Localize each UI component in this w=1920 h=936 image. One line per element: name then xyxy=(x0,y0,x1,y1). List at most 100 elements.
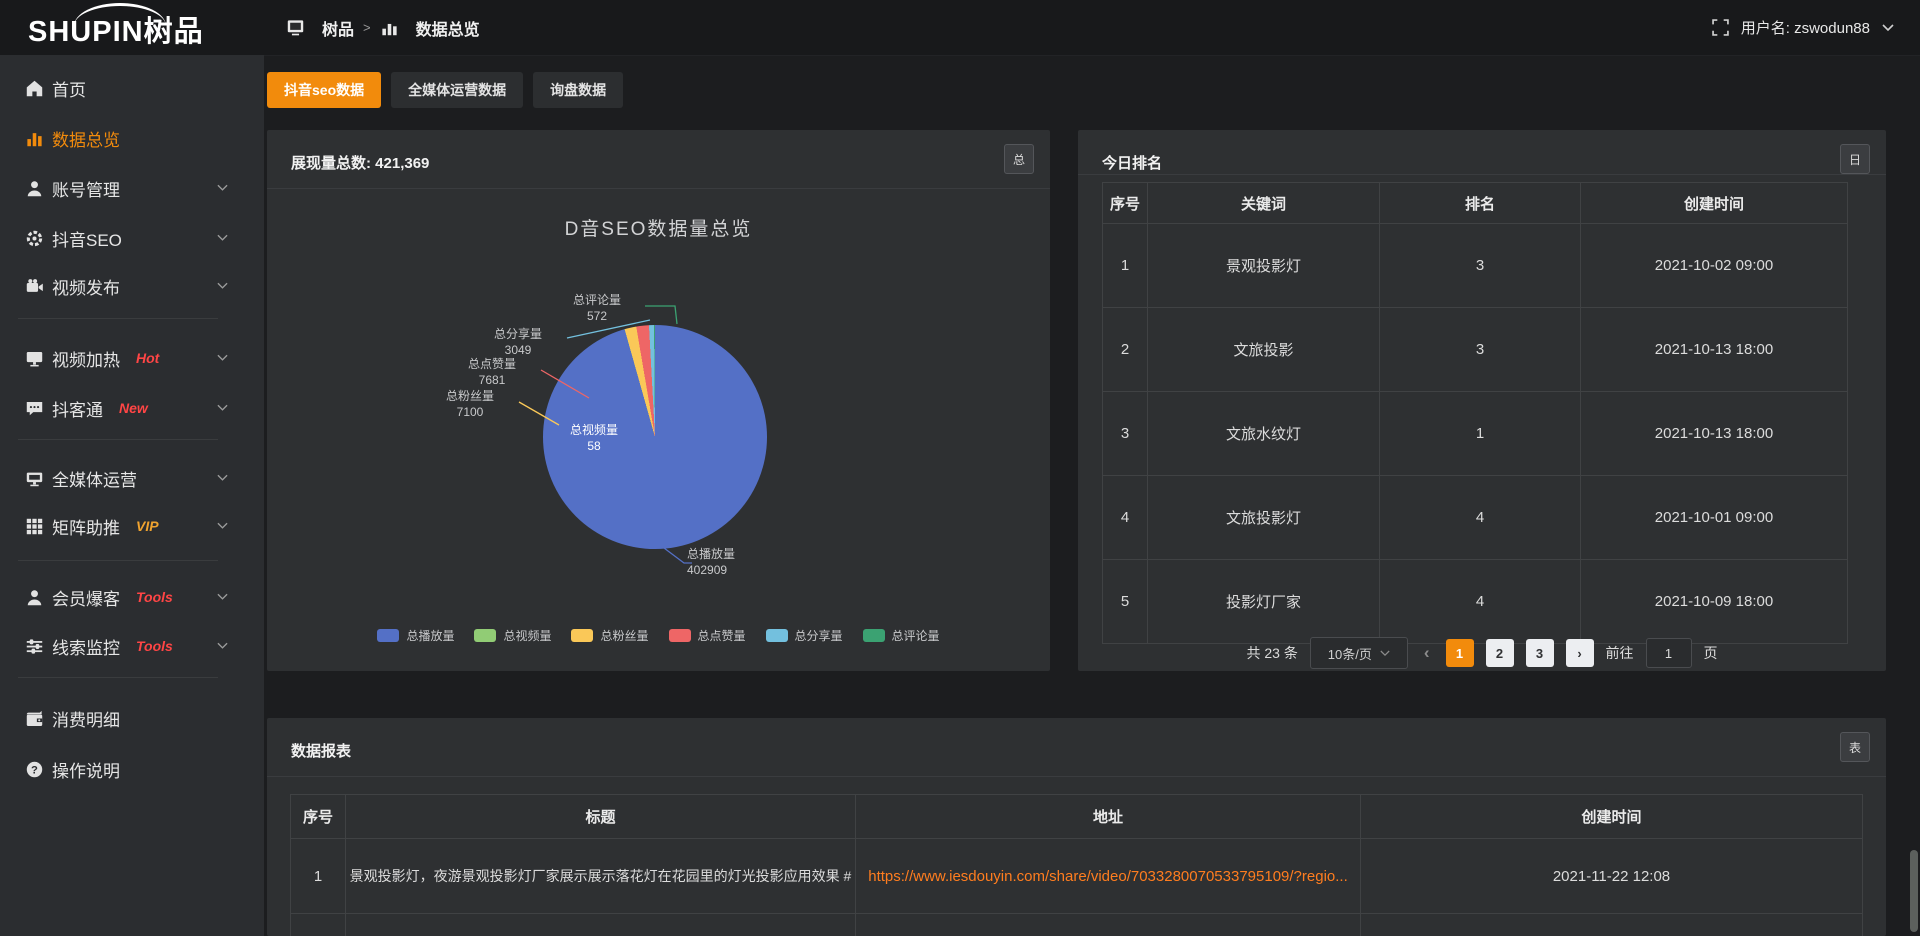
page-button-1[interactable]: 1 xyxy=(1446,639,1474,667)
sidebar-divider xyxy=(18,318,218,319)
video-camera-icon xyxy=(25,277,44,296)
sidebar-item-label: 线索监控 xyxy=(52,634,120,659)
legend-item[interactable]: 总点赞量 xyxy=(669,627,746,644)
total-count: 共 23 条 xyxy=(1246,643,1297,663)
sidebar-item-help[interactable]: ? 操作说明 xyxy=(0,756,264,782)
sidebar-item-label: 操作说明 xyxy=(52,757,120,782)
wallet-icon xyxy=(25,709,44,728)
grid-icon xyxy=(25,517,44,536)
pie-label-shares: 总分享量3049 xyxy=(473,326,563,358)
sidebar-item-label: 会员爆客 xyxy=(52,585,120,610)
tab-media-ops[interactable]: 全媒体运营数据 xyxy=(391,72,523,108)
logo: SHUPIN树品 xyxy=(28,8,204,50)
tab-inquiry[interactable]: 询盘数据 xyxy=(533,72,623,108)
sidebar-item-matrix-boost[interactable]: 矩阵助推 VIP xyxy=(0,513,264,539)
sidebar-item-consumption[interactable]: 消费明细 xyxy=(0,705,264,731)
sidebar-item-data-overview[interactable]: 数据总览 xyxy=(0,125,264,151)
table-row: 2文旅投影32021-10-13 18:00 xyxy=(1103,308,1848,392)
header-right: 用户名: zswodun88 xyxy=(1712,0,1894,55)
col-title: 标题 xyxy=(346,795,856,839)
fullscreen-icon[interactable] xyxy=(1712,19,1729,36)
pagination: 共 23 条 10条/页 ‹ 1 2 3 › 前往 页 xyxy=(1078,637,1886,669)
prev-page-button[interactable]: ‹ xyxy=(1420,643,1434,663)
col-keyword: 关键词 xyxy=(1148,183,1380,224)
app-window-icon xyxy=(286,18,305,37)
legend-swatch xyxy=(474,629,496,642)
new-badge: New xyxy=(119,400,148,416)
legend-swatch xyxy=(863,629,885,642)
sidebar-item-label: 视频发布 xyxy=(52,274,120,299)
svg-text:?: ? xyxy=(31,764,38,776)
sidebar-item-doketong[interactable]: 抖客通 New xyxy=(0,395,264,421)
seo-chart-card: 展现量总数: 421,369 总 D音SEO数据量总览 总评论量572 总分享量… xyxy=(267,130,1050,671)
col-index: 序号 xyxy=(1103,183,1148,224)
pie-label-videos: 总视频量58 xyxy=(549,422,639,454)
chevron-down-icon xyxy=(217,354,228,362)
sidebar-divider xyxy=(18,677,218,678)
chevron-down-icon xyxy=(217,642,228,650)
table-header-row: 序号 标题 地址 创建时间 xyxy=(291,795,1863,839)
col-created: 创建时间 xyxy=(1361,795,1863,839)
legend-swatch xyxy=(571,629,593,642)
chevron-down-icon[interactable] xyxy=(1882,24,1894,32)
pie-label-plays: 总播放量402909 xyxy=(687,546,797,578)
breadcrumb: 树品 > 数据总览 xyxy=(286,0,480,55)
page-button-3[interactable]: 3 xyxy=(1526,639,1554,667)
table-view-button[interactable]: 表 xyxy=(1840,732,1870,762)
sidebar-item-label: 消费明细 xyxy=(52,706,120,731)
legend-item[interactable]: 总播放量 xyxy=(377,627,454,644)
sidebar-item-video-publish[interactable]: 视频发布 xyxy=(0,273,264,299)
sidebar-item-lead-monitor[interactable]: 线索监控 Tools xyxy=(0,633,264,659)
chevron-down-icon xyxy=(217,404,228,412)
breadcrumb-root[interactable]: 树品 xyxy=(322,16,354,40)
daily-view-button[interactable]: 日 xyxy=(1840,144,1870,174)
pie-label-likes: 总点赞量7681 xyxy=(447,356,537,388)
data-report-card: 数据报表 表 序号 标题 地址 创建时间 1 景观投影灯，夜游景观投影灯厂家展示… xyxy=(267,718,1886,936)
ranking-table: 序号 关键词 排名 创建时间 1景观投影灯32021-10-02 09:00 2… xyxy=(1102,182,1848,644)
next-page-button[interactable]: › xyxy=(1566,639,1594,667)
sidebar-item-label: 抖音SEO xyxy=(52,226,122,251)
report-table: 序号 标题 地址 创建时间 1 景观投影灯，夜游景观投影灯厂家展示展示落花灯在花… xyxy=(290,794,1863,936)
goto-label: 前往 xyxy=(1606,643,1634,663)
table-row: 1景观投影灯32021-10-02 09:00 xyxy=(1103,224,1848,308)
chevron-down-icon xyxy=(1380,650,1390,657)
sidebar-item-member-burst[interactable]: 会员爆客 Tools xyxy=(0,584,264,610)
video-title: 景观投影灯，夜游景观投影灯厂家展示展示落花灯在花园里的灯光投影应用效果 # xyxy=(346,839,856,914)
goto-page-input[interactable] xyxy=(1646,638,1692,668)
chevron-down-icon xyxy=(217,184,228,192)
user-icon xyxy=(25,179,44,198)
tab-douyin-seo[interactable]: 抖音seo数据 xyxy=(267,72,381,108)
chevron-down-icon xyxy=(217,593,228,601)
col-rank: 排名 xyxy=(1380,183,1581,224)
sidebar-item-account[interactable]: 账号管理 xyxy=(0,175,264,201)
bar-chart-icon xyxy=(380,18,399,37)
tools-badge: Tools xyxy=(136,638,173,654)
total-view-button[interactable]: 总 xyxy=(1004,144,1034,174)
legend-item[interactable]: 总评论量 xyxy=(863,627,940,644)
vertical-scrollbar[interactable] xyxy=(1910,850,1918,932)
sidebar-item-label: 首页 xyxy=(52,76,86,101)
legend-item[interactable]: 总分享量 xyxy=(766,627,843,644)
help-icon: ? xyxy=(25,760,44,779)
sliders-icon xyxy=(25,637,44,656)
table-row xyxy=(291,914,1863,936)
page-size-select[interactable]: 10条/页 xyxy=(1310,637,1408,669)
page-button-2[interactable]: 2 xyxy=(1486,639,1514,667)
screen-icon xyxy=(25,349,44,368)
report-title: 数据报表 xyxy=(291,740,351,761)
sidebar-item-media-ops[interactable]: 全媒体运营 xyxy=(0,465,264,491)
chat-icon xyxy=(25,399,44,418)
legend-item[interactable]: 总视频量 xyxy=(474,627,551,644)
legend-item[interactable]: 总粉丝量 xyxy=(571,627,648,644)
sidebar-item-douyin-seo[interactable]: 抖音SEO xyxy=(0,225,264,251)
bar-chart-icon xyxy=(25,129,44,148)
sidebar-item-home[interactable]: 首页 xyxy=(0,75,264,101)
username[interactable]: 用户名: zswodun88 xyxy=(1741,17,1870,38)
sidebar-item-label: 矩阵助推 xyxy=(52,514,120,539)
ranking-title: 今日排名 xyxy=(1102,152,1162,173)
sidebar-item-video-heat[interactable]: 视频加热 Hot xyxy=(0,345,264,371)
video-link[interactable]: https://www.iesdouyin.com/share/video/70… xyxy=(856,839,1361,914)
col-url: 地址 xyxy=(856,795,1361,839)
divider xyxy=(1078,174,1886,175)
dashboard-screen: SHUPIN树品 树品 > 数据总览 用户名: zswodun88 xyxy=(0,0,1920,936)
